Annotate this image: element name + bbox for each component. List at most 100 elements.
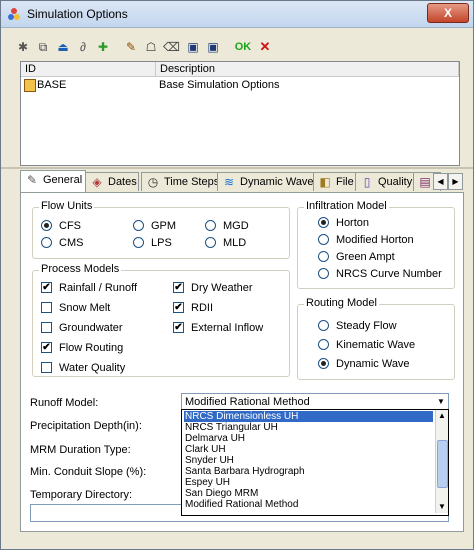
checkbox[interactable] <box>41 302 52 313</box>
dropdown-option[interactable]: Snyder UH <box>184 455 433 466</box>
tab-time-steps[interactable]: ◷ Time Steps <box>141 172 219 191</box>
radio-modified-horton[interactable]: Modified Horton <box>318 233 414 247</box>
list-item[interactable]: BASE Base Simulation Options <box>21 78 459 92</box>
tab-dynamic-wave[interactable]: ≋ Dynamic Wave <box>217 172 317 191</box>
tab-label: Dynamic Wave <box>240 176 314 188</box>
radio-button[interactable] <box>133 220 144 231</box>
add-icon[interactable]: ✚ <box>95 39 111 55</box>
radio-label: Kinematic Wave <box>336 339 416 351</box>
checkbox[interactable]: ✔ <box>173 302 184 313</box>
close-button[interactable]: X <box>427 3 469 23</box>
edit-icon[interactable]: ✎ <box>123 39 139 55</box>
checkbox-rainfall-runoff[interactable]: ✔ Rainfall / Runoff <box>41 281 137 295</box>
save-icon[interactable]: ▣ <box>185 39 201 55</box>
checkbox-groundwater[interactable]: Groundwater <box>41 321 123 335</box>
radio-dynamic-wave[interactable]: Dynamic Wave <box>318 357 410 371</box>
checkbox-water-quality[interactable]: Water Quality <box>41 361 125 375</box>
checkbox[interactable]: ✔ <box>173 282 184 293</box>
radio-button[interactable] <box>318 358 329 369</box>
tab-dates[interactable]: ◈ Dates <box>85 172 139 191</box>
scrollbar-thumb[interactable] <box>437 440 448 488</box>
checkbox[interactable] <box>41 362 52 373</box>
flow-units-title: Flow Units <box>39 200 95 212</box>
checkbox-rdii[interactable]: ✔ RDII <box>173 301 213 315</box>
tab-scroll-right-button[interactable]: ▶ <box>448 173 463 190</box>
radio-green-ampt[interactable]: Green Ampt <box>318 250 395 264</box>
radio-nrcs-curve-number[interactable]: NRCS Curve Number <box>318 267 442 281</box>
scroll-down-arrow-icon[interactable]: ▼ <box>436 501 448 513</box>
checkbox-label: Snow Melt <box>59 302 111 314</box>
radio-button[interactable] <box>318 234 329 245</box>
ok-button[interactable]: OK <box>233 39 253 55</box>
chevron-down-icon[interactable]: ▼ <box>434 394 448 410</box>
copy-icon[interactable]: ⧉ <box>35 39 51 55</box>
checkbox-dry-weather[interactable]: ✔ Dry Weather <box>173 281 253 295</box>
radio-label: GPM <box>151 220 177 232</box>
scenario-icon <box>24 79 36 92</box>
radio-button[interactable] <box>41 220 52 231</box>
radio-label: Dynamic Wave <box>336 358 410 370</box>
dropdown-option[interactable]: NRCS Triangular UH <box>184 422 433 433</box>
link-icon[interactable]: ∂ <box>75 39 91 55</box>
radio-button[interactable] <box>318 339 329 350</box>
checkbox-snow-melt[interactable]: Snow Melt <box>41 301 110 315</box>
radio-label: CMS <box>59 237 84 249</box>
radio-kinematic-wave[interactable]: Kinematic Wave <box>318 338 415 352</box>
erase-icon[interactable]: ⌫ <box>163 39 180 55</box>
checkbox-external-inflow[interactable]: ✔ External Inflow <box>173 321 263 335</box>
dropdown-option[interactable]: San Diego MRM <box>184 488 433 499</box>
radio-button[interactable] <box>318 217 329 228</box>
column-header-description[interactable]: Description <box>156 62 459 76</box>
radio-steady-flow[interactable]: Steady Flow <box>318 319 397 333</box>
radio-label: Steady Flow <box>336 320 397 332</box>
radio-button[interactable] <box>318 320 329 331</box>
new-icon[interactable]: ✱ <box>15 39 31 55</box>
checkbox[interactable]: ✔ <box>173 322 184 333</box>
radio-button[interactable] <box>318 268 329 279</box>
dropdown-option[interactable]: Delmarva UH <box>184 433 433 444</box>
tab-general[interactable]: ✎ General <box>20 170 86 192</box>
import-icon[interactable]: ⏏ <box>55 39 71 55</box>
radio-button[interactable] <box>133 237 144 248</box>
checkbox[interactable]: ✔ <box>41 342 52 353</box>
clock-icon: ◷ <box>147 175 159 189</box>
radio-cfs[interactable]: CFS <box>41 219 81 233</box>
scenario-list[interactable]: ID Description BASE Base Simulation Opti… <box>20 61 460 166</box>
tab-scroll-left-button[interactable]: ◀ <box>433 173 448 190</box>
tab-strip: ✎ General ◈ Dates ◷ Time Steps ≋ Dynamic… <box>20 170 463 192</box>
tab-label: Quality <box>378 176 413 188</box>
tab-file[interactable]: ◧ File <box>313 172 357 191</box>
dropdown-option[interactable]: Modified Rational Method <box>184 499 433 510</box>
min-conduit-slope-label: Min. Conduit Slope (%): <box>30 466 147 478</box>
dropdown-scrollbar[interactable]: ▲ ▼ <box>435 410 448 513</box>
dropdown-option[interactable]: Clark UH <box>184 444 433 455</box>
radio-mld[interactable]: MLD <box>205 236 246 250</box>
radio-cms[interactable]: CMS <box>41 236 83 250</box>
radio-button[interactable] <box>205 220 216 231</box>
tab-quality[interactable]: ▯ Quality <box>355 172 417 191</box>
radio-lps[interactable]: LPS <box>133 236 172 250</box>
column-header-id[interactable]: ID <box>21 62 156 76</box>
splitter-handle[interactable] <box>1 167 473 169</box>
radio-button[interactable] <box>318 251 329 262</box>
radio-button[interactable] <box>41 237 52 248</box>
dropdown-option[interactable]: Santa Barbara Hydrograph <box>184 466 433 477</box>
radio-button[interactable] <box>205 237 216 248</box>
cancel-icon[interactable]: ✕ <box>257 39 273 55</box>
runoff-model-label: Runoff Model: <box>30 397 99 409</box>
checkbox[interactable] <box>41 322 52 333</box>
checkbox-label: External Inflow <box>191 322 264 334</box>
scroll-up-arrow-icon[interactable]: ▲ <box>436 410 448 422</box>
radio-gpm[interactable]: GPM <box>133 219 176 233</box>
radio-horton[interactable]: Horton <box>318 216 369 230</box>
paste-icon[interactable]: ☖ <box>143 39 159 55</box>
runoff-model-dropdown-list[interactable]: NRCS Dimensionless UH NRCS Triangular UH… <box>181 409 449 516</box>
save-all-icon[interactable]: ▣ <box>205 39 221 55</box>
checkbox-flow-routing[interactable]: ✔ Flow Routing <box>41 341 123 355</box>
radio-mgd[interactable]: MGD <box>205 219 249 233</box>
checkbox[interactable]: ✔ <box>41 282 52 293</box>
title-bar[interactable]: Simulation Options X <box>1 1 473 28</box>
app-icon <box>8 8 20 20</box>
dropdown-option[interactable]: NRCS Dimensionless UH <box>184 411 433 422</box>
dropdown-option[interactable]: Espey UH <box>184 477 433 488</box>
